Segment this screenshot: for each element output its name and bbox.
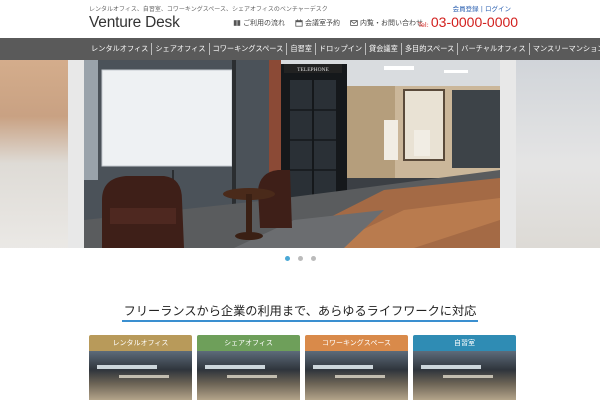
card-image	[305, 351, 408, 400]
header-nav-guide[interactable]: ご利用の流れ	[233, 18, 285, 28]
card-title: シェアオフィス	[197, 335, 300, 351]
phone-label: Tel:	[418, 21, 429, 29]
mail-icon	[350, 20, 358, 26]
previous-slide-preview[interactable]	[0, 60, 68, 248]
office-interior-illustration: TELEPHONE	[84, 60, 500, 248]
phone-number[interactable]: Tel: 03-0000-0000	[418, 14, 518, 30]
card-coworking-space[interactable]: コワーキングスペース	[305, 335, 408, 400]
nav-rental-office[interactable]: レンタルオフィス	[88, 43, 151, 55]
phone-number-value: 03-0000-0000	[430, 14, 519, 30]
header-nav: ご利用の流れ 会議室予約 内覧・お問い合わせ	[233, 18, 423, 28]
slider-dot-1[interactable]	[284, 256, 290, 261]
category-cards: レンタルオフィス シェアオフィス コワーキングスペース 自習室	[89, 335, 516, 400]
card-study-room[interactable]: 自習室	[413, 335, 516, 400]
nav-multipurpose-space[interactable]: 多目的スペース	[400, 43, 457, 55]
nav-monthly-mansion[interactable]: マンスリーマンション	[528, 43, 600, 55]
nav-virtual-office[interactable]: バーチャルオフィス	[457, 43, 528, 55]
header-nav-label: ご利用の流れ	[243, 19, 285, 27]
hero-image: TELEPHONE	[84, 60, 500, 248]
header-nav-contact[interactable]: 内覧・お問い合わせ	[350, 18, 423, 28]
section-title: フリーランスから企業の利用まで、あらゆるライフワークに対応	[121, 304, 479, 322]
card-share-office[interactable]: シェアオフィス	[197, 335, 300, 400]
account-links: 会員登録 | ログイン	[453, 3, 511, 13]
main-nav-items: レンタルオフィス シェアオフィス コワーキングスペース 自習室 ドロップイン 貸…	[88, 38, 600, 60]
hero-slider[interactable]: TELEPHONE	[0, 60, 600, 248]
header-nav-label: 会議室予約	[305, 19, 340, 27]
nav-share-office[interactable]: シェアオフィス	[151, 43, 208, 55]
card-title: コワーキングスペース	[305, 335, 408, 351]
booth-sign: TELEPHONE	[297, 67, 329, 73]
member-register-link[interactable]: 会員登録	[453, 5, 479, 13]
card-image	[413, 351, 516, 400]
header-nav-reservation[interactable]: 会議室予約	[295, 18, 340, 28]
nav-meeting-room[interactable]: 貸会議室	[365, 43, 401, 55]
nav-coworking-space[interactable]: コワーキングスペース	[208, 43, 287, 55]
slider-pagination	[0, 256, 600, 261]
card-image	[197, 351, 300, 400]
slider-dot-3[interactable]	[310, 256, 316, 261]
login-link[interactable]: ログイン	[485, 5, 511, 13]
nav-study-room[interactable]: 自習室	[286, 43, 315, 55]
main-nav: レンタルオフィス シェアオフィス コワーキングスペース 自習室 ドロップイン 貸…	[0, 38, 600, 60]
site-tagline: レンタルオフィス、自習室、コワーキングスペース、シェアオフィスのベンチャーデスク	[89, 6, 328, 13]
header-nav-label: 内覧・お問い合わせ	[360, 19, 423, 27]
book-icon	[233, 20, 241, 26]
link-separator: |	[480, 5, 483, 13]
calendar-icon	[295, 19, 303, 27]
card-title: レンタルオフィス	[89, 335, 192, 351]
card-image	[89, 351, 192, 400]
section-heading: フリーランスから企業の利用まで、あらゆるライフワークに対応	[0, 300, 600, 322]
card-rental-office[interactable]: レンタルオフィス	[89, 335, 192, 400]
slider-dot-2[interactable]	[297, 256, 303, 261]
site-logo[interactable]: Venture Desk	[89, 14, 180, 32]
nav-drop-in[interactable]: ドロップイン	[314, 43, 365, 55]
card-title: 自習室	[413, 335, 516, 351]
next-slide-preview[interactable]	[516, 60, 600, 248]
